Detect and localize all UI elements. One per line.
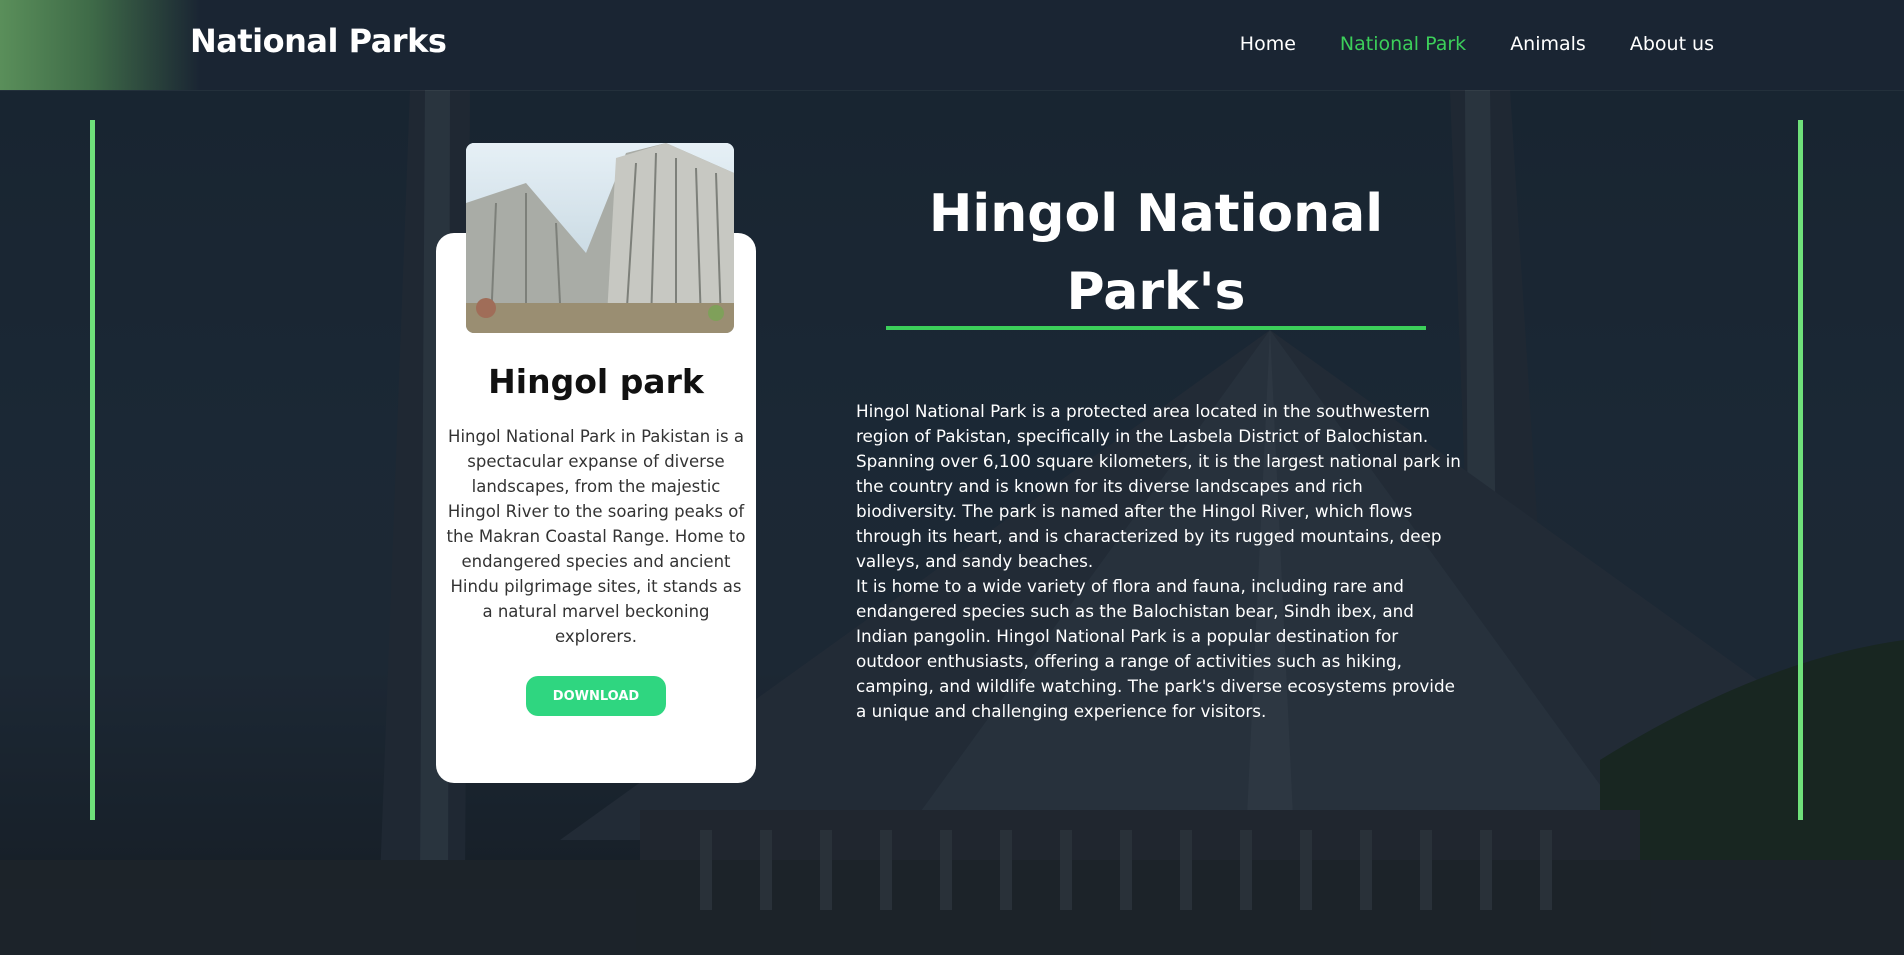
site-brand[interactable]: National Parks [190, 22, 447, 60]
card-description: Hingol National Park in Pakistan is a sp… [446, 427, 746, 646]
right-accent-bar [1798, 120, 1803, 820]
page-title: Hingol National Park's [928, 184, 1384, 322]
park-card-image [466, 143, 734, 333]
intro-paragraph: Hingol National Park is a protected area… [856, 400, 1461, 571]
nav-link-animals[interactable]: Animals [1510, 33, 1586, 55]
download-button[interactable]: DOWNLOAD [526, 676, 666, 716]
rock-formation-image [466, 143, 734, 333]
nav-link-home[interactable]: Home [1240, 33, 1296, 55]
navbar-accent-glow [0, 0, 200, 90]
left-accent-bar [90, 120, 95, 820]
nav-link-national-park[interactable]: National Park [1340, 33, 1466, 55]
card-title: Hingol park [488, 362, 704, 401]
nav-link-about-us[interactable]: About us [1630, 33, 1714, 55]
details-paragraph: It is home to a wide variety of flora an… [856, 575, 1455, 721]
nav-links: Home National Park Animals About us [1240, 33, 1714, 55]
navbar: National Parks Home National Park Animal… [0, 0, 1904, 90]
title-underline [886, 326, 1426, 330]
